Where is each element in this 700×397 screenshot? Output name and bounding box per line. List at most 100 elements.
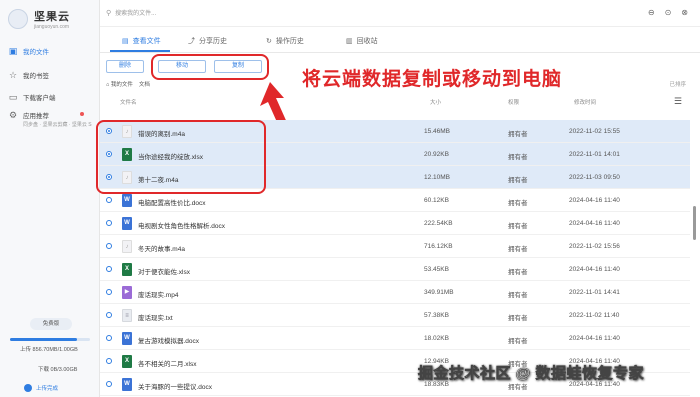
file-size: 222.54KB — [424, 220, 453, 227]
file-name[interactable]: 对于便衣能佐.xlsx — [138, 266, 190, 276]
word-file-icon: W — [122, 378, 132, 391]
file-permission: 拥有者 — [508, 177, 528, 184]
apps-subtitle: 同步盘 · 坚果云剪藏 · 坚果云 S — [23, 122, 92, 128]
tab-operation-history[interactable]: ↻ 操作历史 — [266, 36, 304, 46]
file-permission: 拥有者 — [508, 269, 528, 276]
sidebar: 坚果云 jianguoyun.com ▣ 我的文件 ☆ 我的书签 ▭ 下载客户端… — [0, 0, 100, 397]
history-icon: ↻ — [266, 38, 272, 45]
breadcrumb: ⌂ 我的文件 文档 — [106, 80, 150, 88]
file-size: 60.12KB — [424, 197, 449, 204]
eye-icon: ▤ — [122, 38, 129, 45]
minimize-icon[interactable]: ⊖ — [648, 8, 655, 17]
tab-bar: ▤ 查看文件 ⤴ 分享历史 ↻ 操作历史 ▥ 回收站 — [100, 34, 700, 50]
file-name[interactable]: 复古游戏模拟器.docx — [138, 335, 199, 345]
tab-share-history[interactable]: ⤴ 分享历史 — [188, 36, 227, 46]
tab-view-files[interactable]: ▤ 查看文件 — [122, 36, 161, 46]
file-name[interactable]: 关于海豚的一些提议.docx — [138, 381, 212, 391]
row-checkbox[interactable] — [106, 220, 112, 226]
sort-label[interactable]: 已排序 — [669, 80, 686, 88]
sidebar-item-bookmarks[interactable]: ☆ 我的书签 — [8, 70, 49, 80]
file-size: 53.45KB — [424, 266, 449, 273]
upload-quota-bar — [10, 338, 90, 341]
file-size: 349.91MB — [424, 289, 454, 296]
upload-quota-text: 上传 856.70MB/1.00GB — [20, 347, 78, 353]
sidebar-item-download-client[interactable]: ▭ 下载客户端 — [8, 92, 56, 102]
file-name[interactable]: 废话现实.txt — [138, 312, 173, 322]
file-name[interactable]: 冬天的故事.m4a — [138, 243, 185, 253]
row-checkbox[interactable] — [106, 335, 112, 341]
table-row[interactable]: W 复古游戏模拟器.docx 18.02KB 拥有者 2024-04-16 11:40 — [100, 327, 690, 350]
scrollbar[interactable] — [693, 206, 696, 240]
star-icon: ☆ — [8, 70, 18, 80]
maximize-icon[interactable]: ⊙ — [665, 8, 672, 17]
search-input[interactable]: 搜索我的文件... — [115, 8, 156, 17]
file-name[interactable]: 各不相关的二月.xlsx — [138, 358, 197, 368]
file-size: 716.12KB — [424, 243, 453, 250]
table-row[interactable]: X 对于便衣能佐.xlsx 53.45KB 拥有者 2024-04-16 11:40 — [100, 258, 690, 281]
file-permission: 拥有者 — [508, 315, 528, 322]
header-modified[interactable]: 修改时间 — [574, 98, 596, 106]
excel-file-icon: X — [122, 263, 132, 276]
word-file-icon: W — [122, 217, 132, 230]
row-checkbox[interactable] — [106, 243, 112, 249]
watermark-text: 掘金技术社区 @ 数据蛙恢复专家 — [418, 365, 644, 383]
table-row[interactable]: ▶ 废话现实.mp4 349.91MB 拥有者 2022-11-01 14:41 — [100, 281, 690, 304]
breadcrumb-current[interactable]: 文档 — [139, 80, 150, 88]
row-checkbox[interactable] — [106, 289, 112, 295]
share-icon: ⤴ — [188, 38, 195, 45]
download-quota-text: 下载 0B/3.00GB — [38, 367, 78, 373]
file-size: 20.92KB — [424, 151, 449, 158]
cloud-upload-icon — [24, 384, 32, 392]
highlight-box-selected-files — [96, 120, 266, 194]
row-checkbox[interactable] — [106, 197, 112, 203]
sidebar-item-my-files[interactable]: ▣ 我的文件 — [8, 46, 49, 56]
table-header: 文件名 大小 权限 修改时间 — [100, 96, 690, 108]
row-checkbox[interactable] — [106, 312, 112, 318]
row-checkbox[interactable] — [106, 381, 112, 387]
file-name[interactable]: 废话现实.mp4 — [138, 289, 178, 299]
upload-status-link[interactable]: 上传完成 — [24, 384, 58, 392]
file-permission: 拥有者 — [508, 338, 528, 345]
trash-icon: ▥ — [346, 38, 353, 45]
tab-recycle-bin[interactable]: ▥ 回收站 — [346, 36, 378, 46]
delete-button[interactable]: 删除 — [106, 60, 144, 73]
video-file-icon: ▶ — [122, 286, 132, 299]
notification-dot — [80, 112, 84, 116]
file-modified: 2022-11-02 15:55 — [569, 128, 620, 135]
table-row[interactable]: ♪ 冬天的故事.m4a 716.12KB 拥有者 2022-11-02 15:56 — [100, 235, 690, 258]
app-subtitle: jianguoyun.com — [34, 24, 70, 30]
audio-file-icon: ♪ — [122, 240, 132, 253]
search-bar[interactable]: ⚲ 搜索我的文件... — [106, 8, 156, 18]
file-permission: 拥有者 — [508, 223, 528, 230]
file-size: 18.02KB — [424, 335, 449, 342]
file-modified: 2022-11-01 14:41 — [569, 289, 620, 296]
apps-icon: ⚙ — [8, 110, 18, 120]
plan-badge-button[interactable]: 免费版 — [30, 318, 72, 330]
table-row[interactable]: W 电视剧女性角色性格解析.docx 222.54KB 拥有者 2024-04-16 1… — [100, 212, 690, 235]
file-permission: 拥有者 — [508, 154, 528, 161]
row-checkbox[interactable] — [106, 358, 112, 364]
header-name[interactable]: 文件名 — [120, 98, 137, 106]
text-file-icon: ≡ — [122, 309, 132, 322]
file-name[interactable]: 电视剧女性角色性格解析.docx — [138, 220, 225, 230]
table-row[interactable]: ≡ 废话现实.txt 57.38KB 拥有者 2022-11-02 11:40 — [100, 304, 690, 327]
search-icon: ⚲ — [106, 9, 112, 17]
header-size[interactable]: 大小 — [430, 98, 441, 106]
upload-quota-fill — [10, 338, 78, 341]
file-modified: 2024-04-16 11:40 — [569, 335, 620, 342]
folder-icon: ▣ — [8, 46, 18, 56]
file-modified: 2024-04-16 11:40 — [569, 220, 620, 227]
header-permission[interactable]: 权限 — [508, 98, 519, 106]
home-icon: ⌂ — [106, 82, 110, 88]
close-icon[interactable]: ⊗ — [681, 8, 688, 17]
breadcrumb-root[interactable]: ⌂ 我的文件 — [106, 80, 133, 88]
app-title: 坚果云 — [34, 11, 70, 23]
file-modified: 2022-11-02 11:40 — [569, 312, 620, 319]
app-logo[interactable]: 坚果云 jianguoyun.com — [8, 8, 70, 30]
file-permission: 拥有者 — [508, 292, 528, 299]
file-name[interactable]: 电脑配置高性价比.docx — [138, 197, 206, 207]
window-controls: ⊖ ⊙ ⊗ — [648, 8, 688, 17]
row-checkbox[interactable] — [106, 266, 112, 272]
word-file-icon: W — [122, 194, 132, 207]
excel-file-icon: X — [122, 355, 132, 368]
